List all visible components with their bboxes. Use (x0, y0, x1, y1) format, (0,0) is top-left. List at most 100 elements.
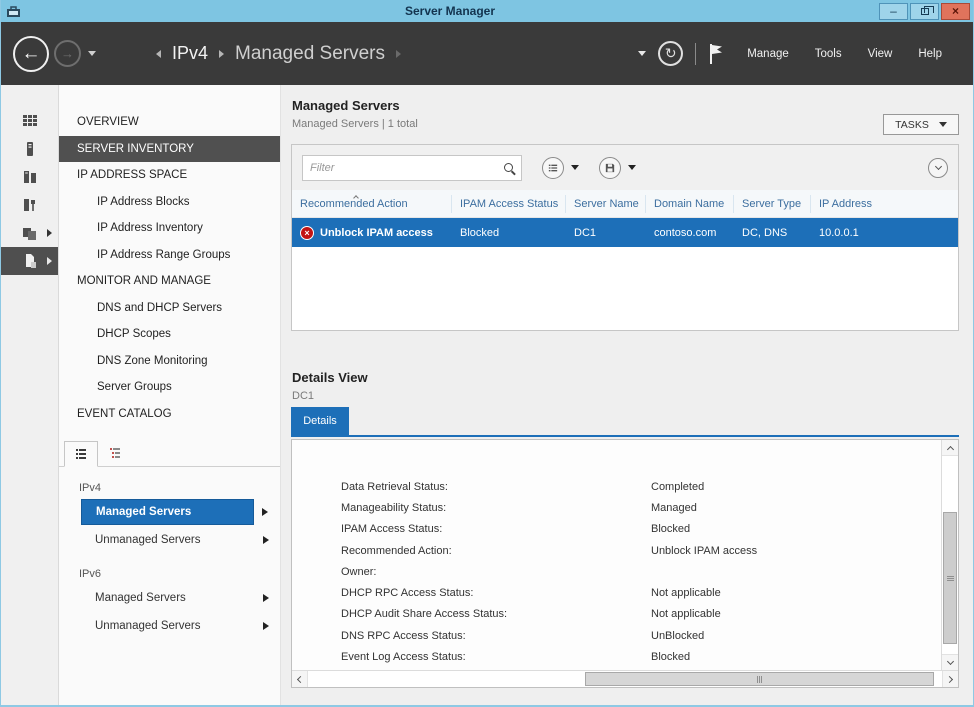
page-subtitle: Managed Servers | 1 total (292, 118, 418, 130)
criteria-list-icon (548, 163, 558, 173)
menu-view[interactable]: View (855, 38, 906, 70)
expand-arrow-icon[interactable] (263, 622, 269, 630)
column-header-ip-address[interactable]: IP Address (811, 195, 958, 213)
chevron-right-icon (946, 675, 953, 682)
tasks-button[interactable]: TASKS (883, 114, 959, 135)
sidebar-item-overview[interactable]: OVERVIEW (59, 109, 280, 136)
sidebar-item-ip-address-blocks[interactable]: IP Address Blocks (59, 189, 280, 216)
save-query-button[interactable] (599, 157, 621, 179)
sidebar-item-ip-address-inventory[interactable]: IP Address Inventory (59, 215, 280, 242)
tree-group-ipv6[interactable]: IPv6 (59, 565, 280, 583)
detail-label: Data Retrieval Status: (341, 481, 651, 493)
detail-value: Blocked (651, 523, 690, 535)
vertical-scrollbar[interactable] (941, 440, 958, 670)
window-title: Server Manager (21, 4, 879, 18)
details-panel: Data Retrieval Status:Completed Manageab… (291, 439, 959, 688)
collapse-grid-button[interactable] (928, 158, 948, 178)
services-icon[interactable] (1, 191, 58, 219)
expand-arrow-icon[interactable] (263, 594, 269, 602)
details-tabstrip: Details (291, 407, 959, 437)
sidebar-item-ip-address-space[interactable]: IP ADDRESS SPACE (59, 162, 280, 189)
expand-arrow-icon[interactable] (263, 536, 269, 544)
detail-value: Not applicable (651, 608, 721, 620)
sidebar-item-server-groups[interactable]: Server Groups (59, 374, 280, 401)
tree-item-ipv6-managed-servers[interactable]: Managed Servers (81, 585, 254, 611)
horizontal-scrollbar[interactable] (292, 670, 958, 687)
notifications-flag-icon[interactable] (708, 43, 724, 65)
error-icon: × (300, 226, 314, 240)
minimize-button[interactable]: – (879, 3, 908, 20)
cell-recommended-action: Unblock IPAM access (320, 227, 433, 239)
detail-label: Manageability Status: (341, 502, 651, 514)
sidebar-item-event-catalog[interactable]: EVENT CATALOG (59, 401, 280, 428)
details-view-heading: Details View (292, 370, 368, 385)
scroll-up-button[interactable] (942, 440, 958, 456)
breadcrumb-scope[interactable]: IPv4 (172, 43, 208, 64)
sidebar-item-dns-zone-monitoring[interactable]: DNS Zone Monitoring (59, 348, 280, 375)
module-icon-strip (1, 85, 59, 707)
grip-icon (757, 676, 762, 683)
server-tree-panel: IPv4 Managed Servers Unmanaged Servers I… (59, 440, 280, 707)
forward-icon: → (61, 46, 74, 61)
forward-button[interactable]: → (54, 40, 81, 67)
chevron-down-icon (939, 122, 947, 127)
menu-tools[interactable]: Tools (802, 38, 855, 70)
details-server-name: DC1 (292, 390, 314, 402)
tree-group-ipv4[interactable]: IPv4 (59, 479, 280, 497)
horizontal-scroll-thumb[interactable] (585, 672, 934, 686)
tab-list-view[interactable] (64, 441, 98, 467)
column-header-server-name[interactable]: Server Name (566, 195, 646, 213)
tab-details[interactable]: Details (291, 407, 349, 435)
menu-manage[interactable]: Manage (734, 38, 802, 70)
detail-label: IPAM Access Status: (341, 523, 651, 535)
breadcrumb-page[interactable]: Managed Servers (235, 43, 385, 65)
sidebar-item-server-inventory[interactable]: SERVER INVENTORY (59, 136, 280, 163)
back-button[interactable]: ← (13, 36, 49, 72)
scroll-right-button[interactable] (942, 671, 958, 687)
tree-item-ipv6-unmanaged-servers[interactable]: Unmanaged Servers (81, 613, 254, 639)
menu-help[interactable]: Help (905, 38, 955, 70)
tab-tree-view[interactable] (98, 440, 132, 466)
tree-item-ipv4-managed-servers[interactable]: Managed Servers (81, 499, 254, 525)
close-button[interactable]: × (941, 3, 970, 20)
cell-server-name: DC1 (566, 227, 646, 239)
tree-item-ipv4-unmanaged-servers[interactable]: Unmanaged Servers (81, 527, 254, 553)
all-servers-icon[interactable] (1, 163, 58, 191)
expand-arrow-icon[interactable] (262, 508, 268, 516)
table-header-row: Recommended Action IPAM Access Status Se… (292, 190, 958, 218)
scroll-down-button[interactable] (942, 654, 958, 670)
sidebar-item-dhcp-scopes[interactable]: DHCP Scopes (59, 321, 280, 348)
restore-button[interactable] (910, 3, 939, 20)
navbar-divider (695, 43, 696, 65)
history-dropdown-icon[interactable] (88, 51, 96, 56)
ipam-icon[interactable] (1, 247, 58, 275)
local-server-icon[interactable] (1, 135, 58, 163)
column-header-domain-name[interactable]: Domain Name (646, 195, 734, 213)
column-header-server-type[interactable]: Server Type (734, 195, 811, 213)
page-title: Managed Servers (292, 98, 400, 113)
chevron-down-icon[interactable] (571, 165, 579, 170)
column-header-recommended-action[interactable]: Recommended Action (292, 195, 452, 213)
expand-arrow-icon (47, 229, 52, 237)
list-view-icon (75, 448, 87, 460)
scroll-left-button[interactable] (292, 671, 308, 687)
grip-icon (947, 575, 954, 582)
filter-input[interactable] (303, 162, 504, 174)
table-row[interactable]: × Unblock IPAM access Blocked DC1 contos… (292, 218, 958, 247)
query-criteria-button[interactable] (542, 157, 564, 179)
sidebar-item-monitor-and-manage[interactable]: MONITOR AND MANAGE (59, 268, 280, 295)
vertical-scroll-thumb[interactable] (943, 512, 957, 644)
breadcrumb: IPv4 Managed Servers (156, 43, 401, 65)
expand-arrow-icon (47, 257, 52, 265)
refresh-button[interactable]: ↻ (658, 41, 683, 66)
sidebar-item-ip-address-range-groups[interactable]: IP Address Range Groups (59, 242, 280, 269)
detail-label: Recommended Action: (341, 545, 651, 557)
refresh-dropdown-icon[interactable] (638, 51, 646, 56)
dashboard-icon[interactable] (1, 107, 58, 135)
sidebar-item-dns-and-dhcp-servers[interactable]: DNS and DHCP Servers (59, 295, 280, 322)
search-icon[interactable] (504, 163, 513, 172)
chevron-down-icon[interactable] (628, 165, 636, 170)
column-header-ipam-access-status[interactable]: IPAM Access Status (452, 195, 566, 213)
server-manager-app-icon (6, 5, 21, 18)
file-storage-services-icon[interactable] (1, 219, 58, 247)
